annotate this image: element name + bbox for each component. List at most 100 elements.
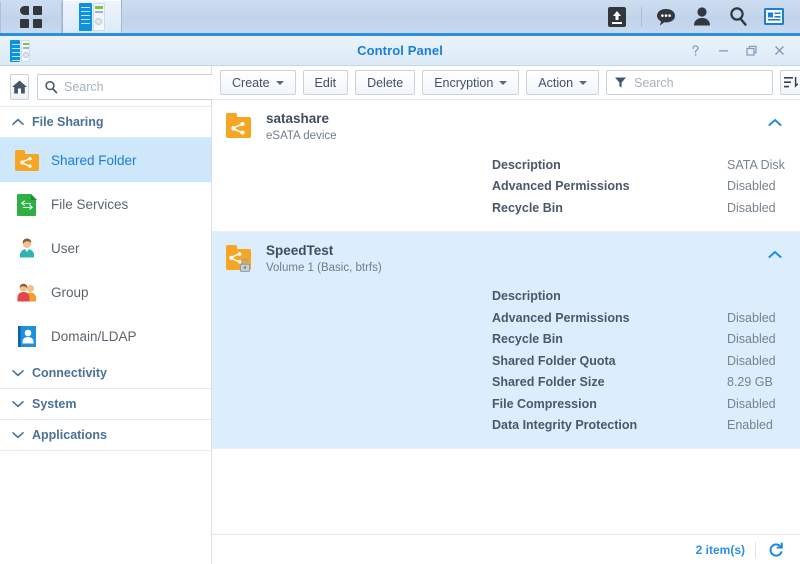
property-row: Shared Folder Quota Disabled [212,350,800,372]
toolbar-search-input[interactable] [634,75,765,90]
sidebar: File Sharing Shared Folder [0,66,232,564]
shared-folder-encrypted-icon [224,244,254,274]
sidebar-item-label: User [51,240,80,256]
domain-ldap-icon [14,323,40,349]
delete-button[interactable]: Delete [355,70,416,95]
notifications-icon[interactable] [648,0,684,33]
window-titlebar[interactable]: Control Panel [0,36,800,66]
refresh-button[interactable] [766,540,786,560]
property-label: File Compression [492,396,597,411]
home-button[interactable] [10,74,29,100]
search-icon[interactable] [720,0,756,33]
property-row: Description [212,286,800,308]
list-options-button[interactable] [780,70,800,95]
user-icon [14,235,40,261]
taskbar-tray [599,0,800,33]
chevron-down-icon [12,432,24,439]
property-label: Recycle Bin [492,332,563,347]
sidebar-search-input[interactable] [64,80,225,94]
taskbar-item-control-panel[interactable] [62,0,122,33]
property-label: Shared Folder Size [492,375,605,390]
folder-subtitle: eSATA device [266,130,337,142]
property-label: Shared Folder Quota [492,353,616,368]
property-row: Advanced Permissions Disabled [212,176,800,198]
folder-row-satashare[interactable]: satashare eSATA device Description SATA … [212,100,800,232]
grid-icon [20,5,42,28]
shared-folder-icon [224,112,254,142]
folder-properties: Description Advanced Permissions Disable… [212,286,800,437]
folder-meta: SpeedTest Volume 1 (Basic, btrfs) [266,242,800,276]
folder-meta: satashare eSATA device [266,110,800,144]
folder-subtitle: Volume 1 (Basic, btrfs) [266,261,382,274]
property-value: Disabled [727,353,776,368]
folder-row-speedtest[interactable]: SpeedTest Volume 1 (Basic, btrfs) Descri… [212,231,800,449]
property-value: 8.29 GB [727,375,773,390]
sidebar-group-label: File Sharing [32,115,104,129]
property-row: Shared Folder Size 8.29 GB [212,372,800,394]
toolbar-search[interactable] [606,70,773,95]
filter-icon [615,77,627,88]
widgets-icon[interactable] [756,0,792,33]
action-button[interactable]: Action [526,70,600,95]
sidebar-item-domain-ldap[interactable]: Domain/LDAP [0,314,211,358]
chevron-up-icon [768,118,782,126]
taskbar-apps [0,0,122,33]
lock-icon [239,258,251,272]
group-icon [14,279,40,305]
upload-queue-icon[interactable] [599,0,635,33]
folder-name: satashare [266,111,330,126]
sidebar-item-user[interactable]: User [0,226,211,270]
edit-button[interactable]: Edit [302,70,349,95]
sidebar-group-label: System [32,397,77,411]
sidebar-group-system[interactable]: System [0,389,211,420]
chevron-down-icon [12,401,24,408]
footer-divider [755,541,756,558]
sidebar-search[interactable] [37,74,232,100]
encryption-button[interactable]: Encryption [422,70,520,95]
property-row: Description SATA Disk [212,154,800,176]
tray-divider [641,6,642,27]
sidebar-item-label: Shared Folder [51,152,137,168]
sidebar-item-group[interactable]: Group [0,270,211,314]
property-label: Description [492,157,561,172]
create-button[interactable]: Create [220,70,296,95]
close-button[interactable] [766,39,792,63]
refresh-icon [769,541,783,557]
file-services-icon [14,191,40,217]
list-options-icon [784,77,798,88]
folder-properties: Description SATA Disk Advanced Permissio… [212,154,800,219]
status-bar: 2 item(s) [212,534,800,564]
collapse-toggle-satashare[interactable] [768,114,782,132]
property-value: Disabled [727,310,776,325]
property-value: Disabled [727,332,776,347]
window-body: File Sharing Shared Folder [0,66,800,564]
sidebar-group-applications[interactable]: Applications [0,420,211,451]
shared-folder-list: satashare eSATA device Description SATA … [212,100,800,534]
chevron-down-icon [12,370,24,377]
minimize-button[interactable] [710,39,736,63]
chevron-up-icon [12,118,24,125]
help-button[interactable] [682,39,708,63]
folder-header[interactable]: SpeedTest Volume 1 (Basic, btrfs) [212,240,800,280]
property-value: Disabled [727,200,776,215]
property-row: Data Integrity Protection Enabled [212,415,800,437]
action-button-label: Action [538,75,574,90]
user-account-icon[interactable] [684,0,720,33]
sidebar-group-connectivity[interactable]: Connectivity [0,358,211,389]
maximize-button[interactable] [738,39,764,63]
taskbar [0,0,800,36]
sidebar-item-file-services[interactable]: File Services [0,182,211,226]
sidebar-group-file-sharing[interactable]: File Sharing [0,106,211,138]
sidebar-item-label: Domain/LDAP [51,328,137,344]
collapse-toggle-speedtest[interactable] [768,246,782,264]
delete-button-label: Delete [367,75,404,90]
property-value: Disabled [727,179,776,194]
property-value: Disabled [727,396,776,411]
app-menu-button[interactable] [1,0,61,33]
chevron-down-icon [275,80,284,85]
property-label: Advanced Permissions [492,179,630,194]
folder-header[interactable]: satashare eSATA device [212,108,800,148]
chevron-down-icon [499,80,508,85]
sidebar-item-shared-folder[interactable]: Shared Folder [0,138,211,182]
control-panel-window: Control Panel Search File Sharing Shared… [0,36,800,564]
